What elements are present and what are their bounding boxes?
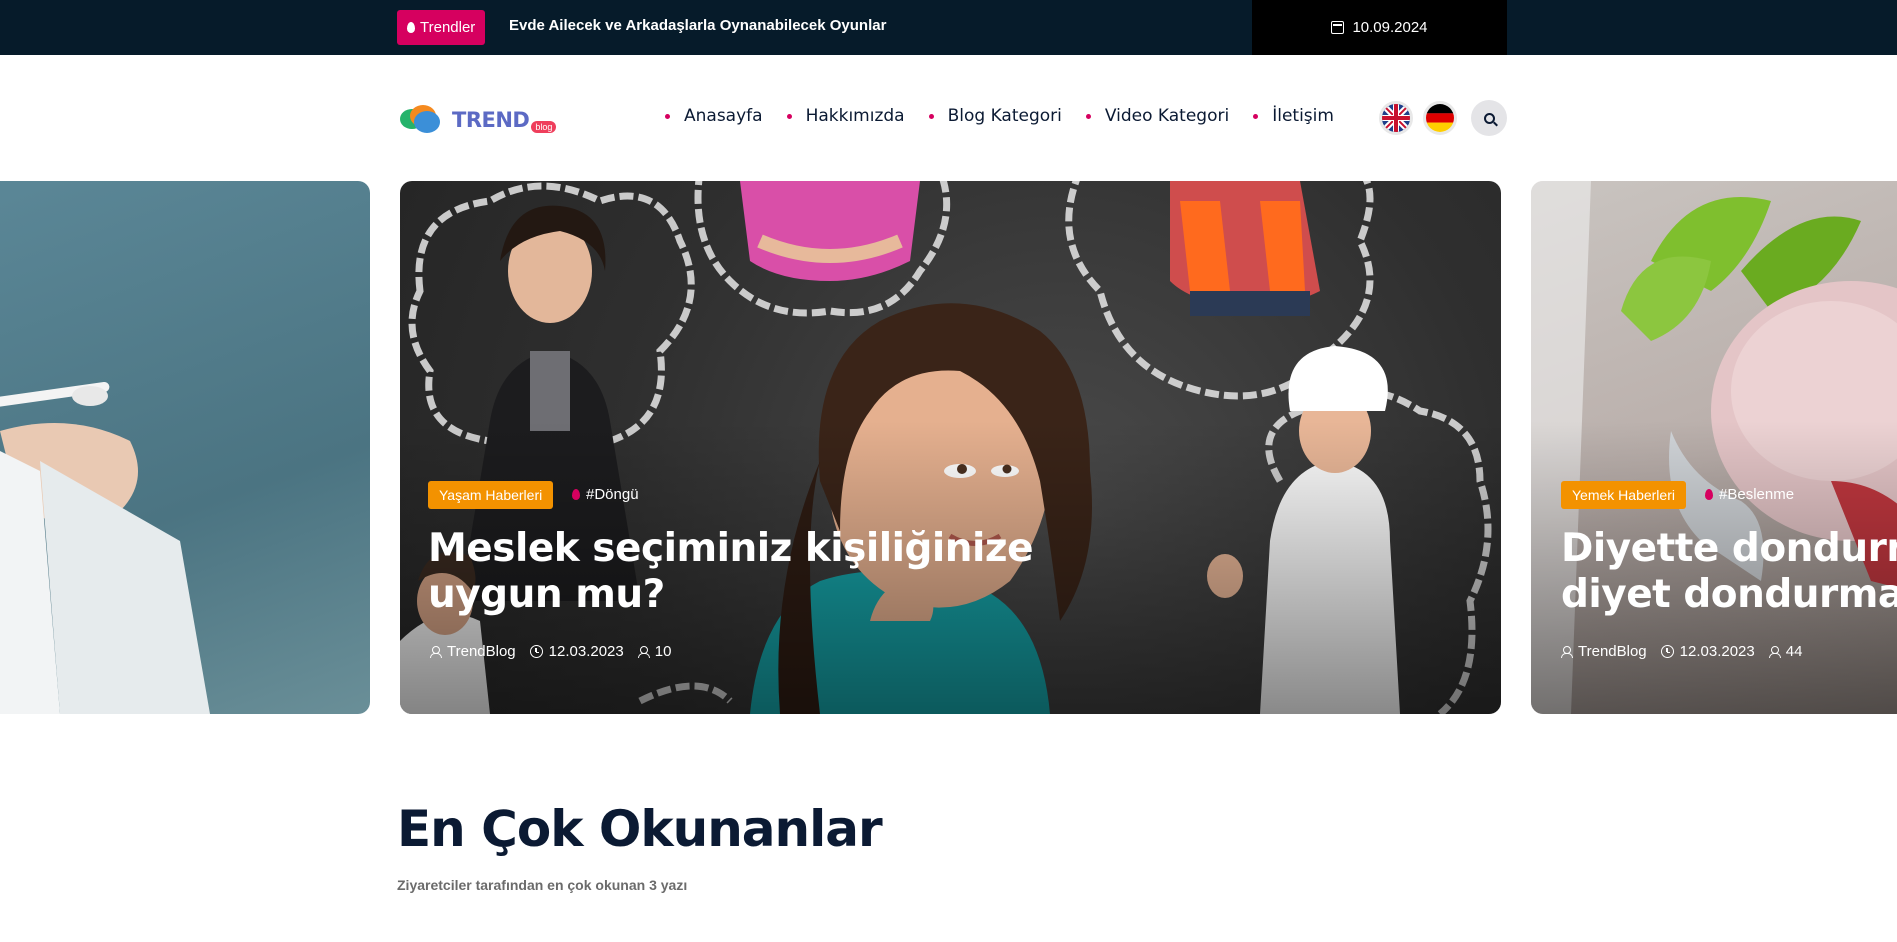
site-logo[interactable]: TREND blog <box>400 100 557 140</box>
flame-icon <box>572 489 580 500</box>
person-icon <box>637 645 650 658</box>
slide-tag[interactable]: #Beslenme <box>1705 486 1794 503</box>
slide-next[interactable]: Yemek Haberleri #Beslenme Diyette dondur… <box>1531 181 1897 714</box>
logo-sub-badge: blog <box>531 121 557 133</box>
de-flag-icon[interactable] <box>1423 101 1457 135</box>
slide-tag[interactable]: #Döngü <box>572 486 639 503</box>
calendar-icon <box>1331 21 1345 34</box>
nav-item-blog-category[interactable]: Blog Kategori <box>928 106 1062 126</box>
slide-previous-image <box>0 381 210 714</box>
clock-icon <box>529 645 543 658</box>
author-meta: TrendBlog <box>1561 643 1647 660</box>
slide-category-badge[interactable]: Yaşam Haberleri <box>428 481 554 509</box>
slide-shade-overlay <box>400 181 1501 714</box>
nav-item-video-category[interactable]: Video Kategori <box>1085 106 1229 126</box>
section-subtitle: Ziyaretciler tarafından en çok okunan 3 … <box>397 877 688 893</box>
section-title: En Çok Okunanlar <box>397 800 883 858</box>
search-button[interactable] <box>1471 100 1507 136</box>
main-nav: Anasayfa Hakkımızda Blog Kategori Video … <box>665 106 1334 126</box>
slide-title[interactable]: Diyette dondurma diyet dondurma t <box>1561 526 1897 618</box>
clock-icon <box>1660 645 1674 658</box>
author-meta: TrendBlog <box>430 643 516 660</box>
slide-shade-overlay <box>1531 181 1897 714</box>
user-icon <box>430 645 442 658</box>
nav-item-contact[interactable]: İletişim <box>1253 106 1334 126</box>
slide-category-badge[interactable]: Yemek Haberleri <box>1561 481 1686 509</box>
date-meta: 12.03.2023 <box>529 643 624 660</box>
slide-meta: TrendBlog 12.03.2023 44 <box>1561 643 1802 660</box>
slide-meta: TrendBlog 12.03.2023 10 <box>430 643 671 660</box>
slide-title[interactable]: Meslek seçiminiz kişiliğinize uygun mu? <box>428 526 1034 618</box>
current-date: 10.09.2024 <box>1352 19 1428 36</box>
logo-bubbles-icon <box>400 103 446 137</box>
news-ticker-link[interactable]: Evde Ailecek ve Arkadaşlarla Oynanabilec… <box>509 17 886 34</box>
trends-badge[interactable]: Trendler <box>397 10 486 45</box>
flame-icon <box>1705 489 1713 500</box>
top-bar: Trendler Evde Ailecek ve Arkadaşlarla Oy… <box>0 0 1897 55</box>
trends-label: Trendler <box>420 19 476 36</box>
en-flag-icon[interactable] <box>1379 101 1413 135</box>
date-meta: 12.03.2023 <box>1660 643 1755 660</box>
views-meta: 10 <box>637 643 671 660</box>
person-icon <box>1768 645 1781 658</box>
nav-item-home[interactable]: Anasayfa <box>665 106 763 126</box>
nav-item-about[interactable]: Hakkımızda <box>786 106 905 126</box>
user-icon <box>1561 645 1573 658</box>
date-display: 10.09.2024 <box>1252 0 1507 55</box>
featured-slide[interactable]: Yaşam Haberleri #Döngü Meslek seçiminiz … <box>400 181 1501 714</box>
flame-icon <box>407 22 415 33</box>
logo-text: TREND <box>452 108 530 132</box>
slide-previous[interactable] <box>0 181 370 714</box>
search-icon <box>1483 112 1495 124</box>
views-meta: 44 <box>1768 643 1802 660</box>
